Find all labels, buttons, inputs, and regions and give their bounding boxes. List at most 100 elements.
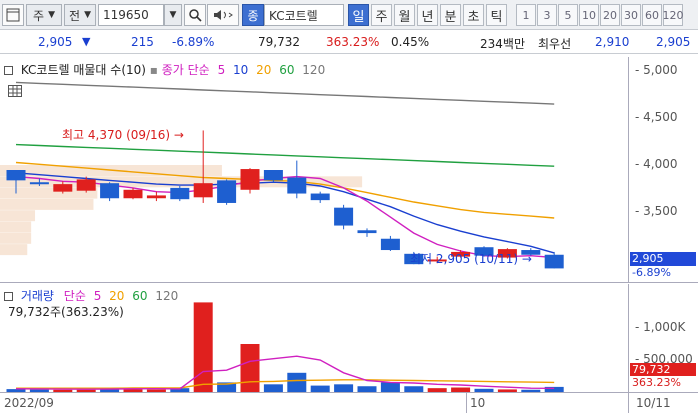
search-icon [189,9,202,22]
candle-body-7 [170,187,190,200]
high-annotation: 최고 4,370 (09/16) → [62,126,184,143]
best-ask-label: 최우선 [538,37,572,51]
grid-icon[interactable] [8,85,22,100]
badge-label: 종 [247,8,259,23]
vol-ma-prefix: 단순 [63,289,86,303]
ma-label-60: 60 [275,63,295,77]
price-chart [0,81,564,269]
arrow-right-icon: → [521,252,532,266]
sound-button[interactable] [207,4,239,26]
chevron-down-icon: ▼ [48,10,55,20]
legend-checkbox[interactable] [4,66,13,75]
ma-label-20: 20 [105,289,125,303]
current-price: 2,905 [38,35,73,49]
ma-label-5: 5 [93,289,102,303]
ma-label-10: 10 [229,63,249,77]
candle-body-12 [287,177,307,194]
best-ask: 2,910 [595,35,630,49]
speaker-icon [214,10,233,20]
period-tab-5[interactable]: 초 [463,4,484,26]
stock-name-field[interactable]: KC코트렐 [264,4,344,26]
volume-profile-bar-3 [0,198,94,210]
interval-tab-30[interactable]: 30 [621,4,641,26]
current-ratio-tag: 363.23% [632,376,681,389]
volume-value: 79,732 [258,35,300,49]
interval-tab-5[interactable]: 5 [558,4,578,26]
period-select[interactable]: 전 ▼ [64,4,96,26]
code-value: 119650 [103,8,149,22]
ma60-line [15,143,555,167]
current-price-tag: 2,905 [630,252,696,266]
volume-legend-title: 거래량 [20,289,54,303]
price-legend: KC코트렐 매물대 수(10) ▪ 종가 단순 5 10 20 60 120 [4,61,325,78]
ma-prefix-label: 종가 단순 [161,63,210,77]
candle-body-1 [29,182,49,185]
price-change-pct: -6.89% [172,35,215,49]
candle-body-2 [53,184,73,192]
volume-ratio: 363.23% [326,35,380,49]
ma120-line [15,81,555,105]
interval-tab-3[interactable]: 3 [537,4,557,26]
period-tab-1[interactable]: 주 [371,4,392,26]
chart-window: 주 ▼ 전 ▼ 119650 ▼ 종 KC코트렐 일주월년분초틱 1 3 5 10 20… [0,0,698,413]
candle-body-5 [123,189,143,199]
legend-checkbox[interactable] [4,292,13,301]
ma-labels: 5 10 20 60 120 [214,63,326,77]
volume-bar-14 [334,384,354,392]
toolbar: 주 ▼ 전 ▼ 119650 ▼ 종 KC코트렐 일주월년분초틱 1 3 5 10 20… [0,0,698,30]
price-tick-1: - 4,500 [635,110,678,125]
volume-bar-12 [287,372,307,392]
x-axis-divider [628,393,629,413]
candle-body-4 [100,183,120,199]
period-tab-2[interactable]: 월 [394,4,415,26]
vol-ma20-line [16,379,555,389]
ma-label-20: 20 [252,63,272,77]
market-select[interactable]: 주 ▼ [26,4,62,26]
price-panel: KC코트렐 매물대 수(10) ▪ 종가 단순 5 10 20 60 120 최… [0,57,628,283]
candle-body-16 [380,238,400,251]
interval-tab-1[interactable]: 1 [516,4,536,26]
low-annotation-text: 최저 2,905 (10/11) [410,252,519,266]
chevron-down-icon: ▼ [84,10,91,20]
candle-body-6 [146,195,166,199]
window-icon[interactable] [2,4,24,26]
candle-body-15 [357,230,377,234]
x-divider [466,393,467,413]
ma-label-120: 120 [151,289,179,303]
candle-body-0 [6,170,26,181]
current-change-tag: -6.89% [632,266,671,279]
search-button[interactable] [184,4,206,26]
ma-label-60: 60 [128,289,148,303]
period-tab-0[interactable]: 일 [348,4,369,26]
candle-body-10 [240,169,260,190]
period-tab-4[interactable]: 분 [440,4,461,26]
trade-amount: 234백만 [480,37,525,51]
interval-tab-10[interactable]: 10 [579,4,599,26]
volume-profile-bar-6 [0,232,32,244]
period-tab-3[interactable]: 년 [417,4,438,26]
ma-label-120: 120 [298,63,326,77]
volume-profile-bar-4 [0,210,36,222]
price-tick-2: - 4,000 [635,157,678,172]
code-input[interactable]: 119650 [98,4,164,26]
interval-tab-120[interactable]: 120 [663,4,684,26]
x-label-month: 10 [470,396,486,410]
stock-badge: 종 [242,4,264,26]
turnover-rate: 0.45% [391,35,430,49]
ma-label-5: 5 [217,63,226,77]
arrow-right-icon: → [173,128,184,142]
price-legend-title: KC코트렐 매물대 수(10) [20,63,146,77]
best-bid: 2,905 [656,35,691,49]
x-label-start: 2022/09 [4,396,54,410]
legend-separator: ▪ [149,63,162,77]
price-tick-0: - 5,000 [635,63,678,78]
volume-profile-bar-7 [0,244,28,256]
interval-tab-60[interactable]: 60 [642,4,662,26]
market-label: 주 [33,8,45,23]
code-dropdown-button[interactable]: ▼ [164,4,182,26]
x-axis: 2022/09 10 10/11 [0,392,698,413]
interval-tab-20[interactable]: 20 [600,4,620,26]
period-tab-6[interactable]: 틱 [486,4,507,26]
volume-legend: 거래량 단순 5 20 60 120 [4,287,178,304]
price-axis: - 5,000- 4,500- 4,000- 3,500- 3,000 [628,57,698,283]
